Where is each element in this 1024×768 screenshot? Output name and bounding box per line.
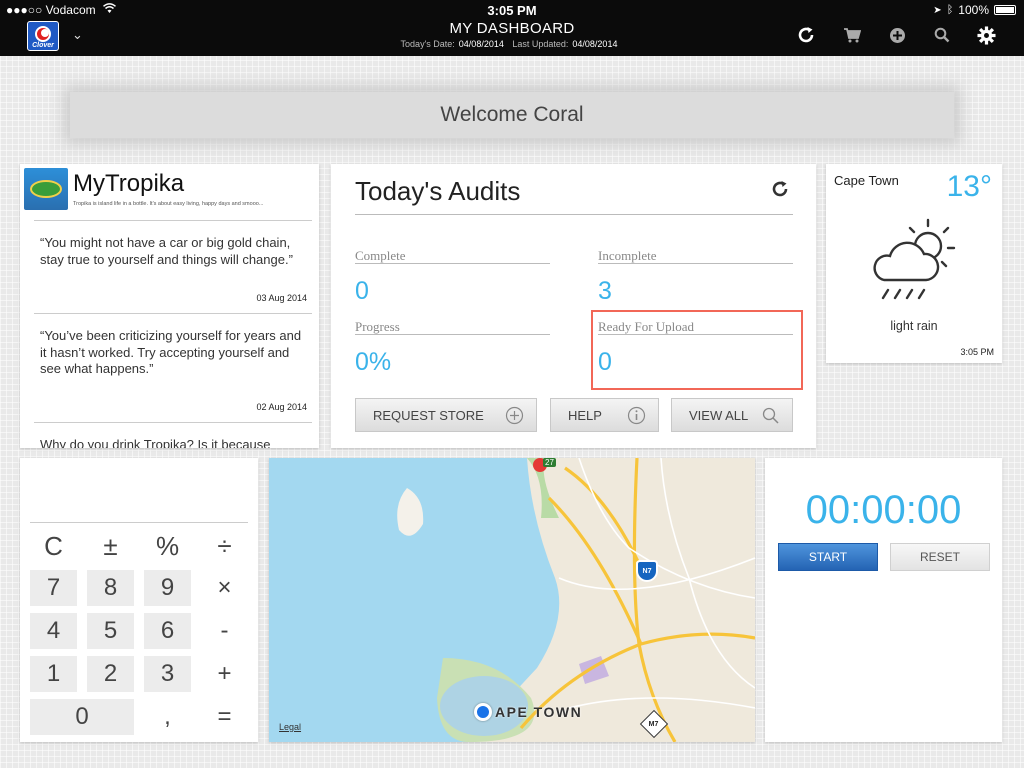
ready-upload-highlight <box>591 310 803 390</box>
complete-count[interactable]: 0 <box>355 277 369 306</box>
list-item[interactable]: “You’ve been criticizing yourself for ye… <box>40 328 306 378</box>
calc-key-minus[interactable]: - <box>201 613 248 649</box>
mytropika-title: MyTropika <box>73 170 185 197</box>
divider <box>355 263 550 264</box>
help-button[interactable]: HELP <box>550 398 659 432</box>
top-bar: ●●●○○ Vodacom 3:05 PM ➤ ᛒ 100% Clover ⌄ … <box>0 0 1024 56</box>
map-canvas[interactable] <box>269 458 755 742</box>
bluetooth-icon: ᛒ <box>946 4 954 16</box>
divider <box>34 313 312 314</box>
audits-title: Today's Audits <box>355 176 521 206</box>
location-arrow-icon: ➤ <box>933 4 942 16</box>
calc-key-6[interactable]: 6 <box>144 613 191 649</box>
divider <box>355 334 550 335</box>
view-all-button[interactable]: VIEW ALL <box>671 398 793 432</box>
view-all-label: VIEW ALL <box>689 407 749 423</box>
calc-key-7[interactable]: 7 <box>30 570 77 606</box>
page-title: MY DASHBOARD <box>449 20 575 37</box>
m7-label: M7 <box>649 720 659 728</box>
complete-label: Complete <box>355 248 406 263</box>
weather-time: 3:05 PM <box>960 347 994 357</box>
divider <box>355 214 793 215</box>
help-label: HELP <box>568 407 602 423</box>
map-legal-link[interactable]: Legal <box>279 722 301 732</box>
calc-key-2[interactable]: 2 <box>87 656 134 692</box>
calc-key-1[interactable]: 1 <box>30 656 77 692</box>
battery-icon <box>994 5 1016 15</box>
plus-circle-icon <box>505 406 524 425</box>
calc-key-divide[interactable]: ÷ <box>201 528 248 564</box>
progress-value: 0% <box>355 348 392 376</box>
search-icon <box>762 407 779 424</box>
todays-date-label: Today's Date: <box>400 39 455 49</box>
weather-city: Cape Town <box>834 173 899 188</box>
calc-key-0[interactable]: 0 <box>30 699 134 735</box>
refresh-icon[interactable] <box>796 25 816 45</box>
welcome-banner: Welcome Coral <box>70 92 954 138</box>
calc-key-3[interactable]: 3 <box>144 656 191 692</box>
calc-key-equals[interactable]: = <box>201 699 248 735</box>
calculator-display <box>30 522 248 523</box>
calc-key-5[interactable]: 5 <box>87 613 134 649</box>
calc-key-multiply[interactable]: × <box>201 570 248 606</box>
road-marker-badge: 27 <box>543 458 556 467</box>
list-item[interactable]: “You might not have a car or big gold ch… <box>40 235 306 268</box>
n7-shield-icon: N7 <box>636 560 658 582</box>
request-store-button[interactable]: REQUEST STORE <box>355 398 537 432</box>
info-icon <box>627 406 646 425</box>
start-button[interactable]: START <box>778 543 878 571</box>
gear-icon[interactable] <box>976 25 996 45</box>
plus-icon[interactable] <box>887 25 907 45</box>
calculator-card: C ±% ÷ 7 8 9 × 4 5 6- 1 2 3 +0, = <box>20 458 258 742</box>
current-location-dot[interactable] <box>474 703 492 721</box>
incomplete-label: Incomplete <box>598 248 657 263</box>
audits-card: Today's Audits Complete 0 Incomplete 3 P… <box>331 164 816 448</box>
post-date: 02 Aug 2014 <box>256 402 307 412</box>
incomplete-count[interactable]: 3 <box>598 277 612 306</box>
map-city-label: APE TOWN <box>495 704 583 720</box>
request-store-label: REQUEST STORE <box>373 407 484 423</box>
tropika-logo <box>24 168 68 210</box>
divider <box>34 422 312 423</box>
calc-key-clear[interactable]: C <box>30 528 77 564</box>
todays-date: 04/08/2014 <box>458 39 504 49</box>
calc-key-decimal[interactable]: , <box>144 699 191 735</box>
calc-key-8[interactable]: 8 <box>87 570 134 606</box>
reset-button[interactable]: RESET <box>890 543 990 571</box>
calc-key-plus[interactable]: + <box>201 656 248 692</box>
calc-key-9[interactable]: 9 <box>144 570 191 606</box>
mytropika-tagline: Tropika is island life in a bottle. It's… <box>73 201 264 207</box>
divider <box>598 263 793 264</box>
battery-status: ➤ ᛒ 100% <box>933 3 1016 17</box>
n7-label: N7 <box>642 567 652 575</box>
map-view[interactable]: APE TOWN 27 N7 M7 Legal <box>269 458 755 742</box>
divider <box>34 220 312 221</box>
mytropika-card: MyTropika Tropika is island life in a bo… <box>20 164 319 448</box>
stopwatch-card: 00:00:00 START RESET <box>765 458 1002 742</box>
post-date: 03 Aug 2014 <box>256 293 307 303</box>
calc-key-plus-minus[interactable]: ± <box>87 528 134 564</box>
weather-temperature: 13° <box>946 170 992 203</box>
last-updated-label: Last Updated: <box>512 39 569 49</box>
search-icon[interactable] <box>932 25 952 45</box>
calc-key-4[interactable]: 4 <box>30 613 77 649</box>
weather-description: light rain <box>890 319 938 333</box>
list-item[interactable]: Why do you drink Tropika? Is it because <box>40 437 306 448</box>
calc-key-percent[interactable]: % <box>144 528 191 564</box>
date-info: Today's Date: 04/08/2014 Last Updated: 04/… <box>0 39 1024 49</box>
stopwatch-time: 00:00:00 <box>805 488 962 532</box>
clock: 3:05 PM <box>487 3 537 18</box>
last-updated: 04/08/2014 <box>572 39 618 49</box>
weather-card: Cape Town 13° light rain 3:05 PM <box>826 164 1002 363</box>
refresh-icon[interactable] <box>770 179 790 199</box>
rain-cloud-icon <box>873 218 956 300</box>
progress-label: Progress <box>355 319 400 334</box>
cart-icon[interactable] <box>842 25 862 45</box>
battery-percent: 100% <box>958 3 989 17</box>
mytropika-header: MyTropika Tropika is island life in a bo… <box>24 168 314 220</box>
